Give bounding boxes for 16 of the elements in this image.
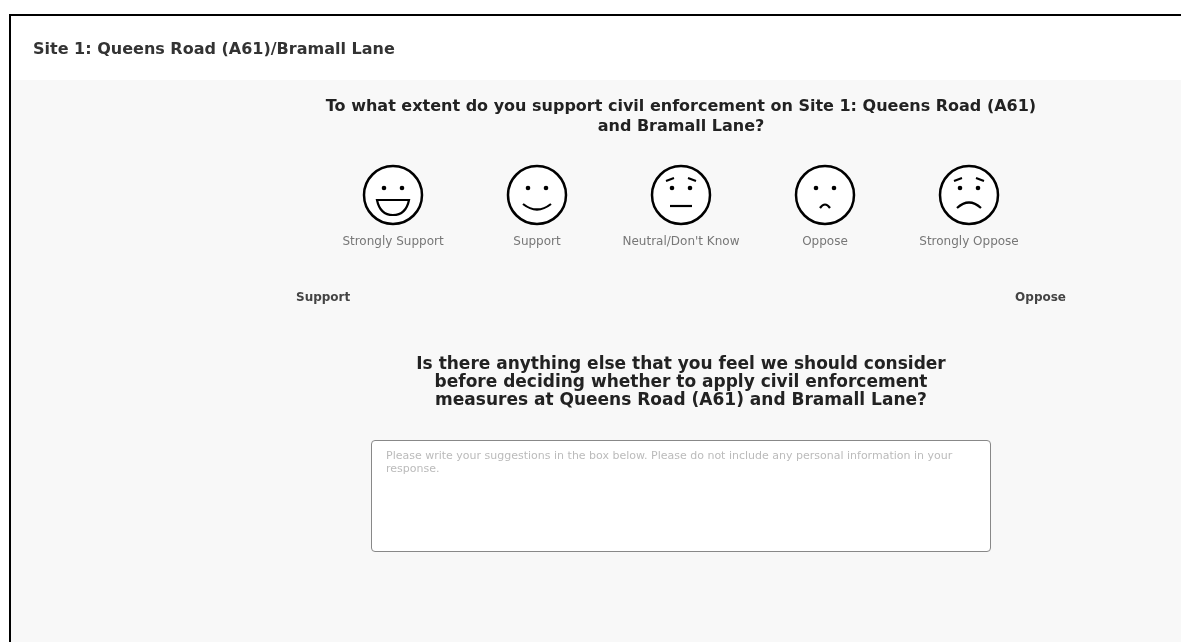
section-title: Site 1: Queens Road (A61)/Bramall Lane xyxy=(33,38,395,58)
sad-face-icon xyxy=(794,164,856,226)
rating-option[interactable]: Oppose xyxy=(753,164,897,248)
sad-face-icon xyxy=(938,164,1000,226)
smiley-face-icon xyxy=(362,164,424,226)
question-text: Is there anything else that you feel we should consider before deciding whether to apply civil enforcement measures at Queens Road (A61) and Bramall Lane? xyxy=(415,354,947,408)
rating-option[interactable]: Strongly Support xyxy=(321,164,465,248)
scale-label: Support xyxy=(296,290,351,304)
comment-field[interactable]: Please write your suggestions in the box below. Please do not include any personal information in your response. xyxy=(371,440,991,552)
neutral-face-icon xyxy=(650,164,712,226)
smiley-face-icon xyxy=(506,164,568,226)
question-text: To what extent do you support civil enforcement on Site 1: Queens Road (A61) and Bramall Lane? xyxy=(324,96,1038,136)
rating-option[interactable]: Strongly Oppose xyxy=(897,164,1041,248)
rating-option[interactable]: Support xyxy=(465,164,609,248)
scale-label: Oppose xyxy=(1015,290,1066,304)
rating-option[interactable]: Neutral/Don't Know xyxy=(609,164,753,248)
